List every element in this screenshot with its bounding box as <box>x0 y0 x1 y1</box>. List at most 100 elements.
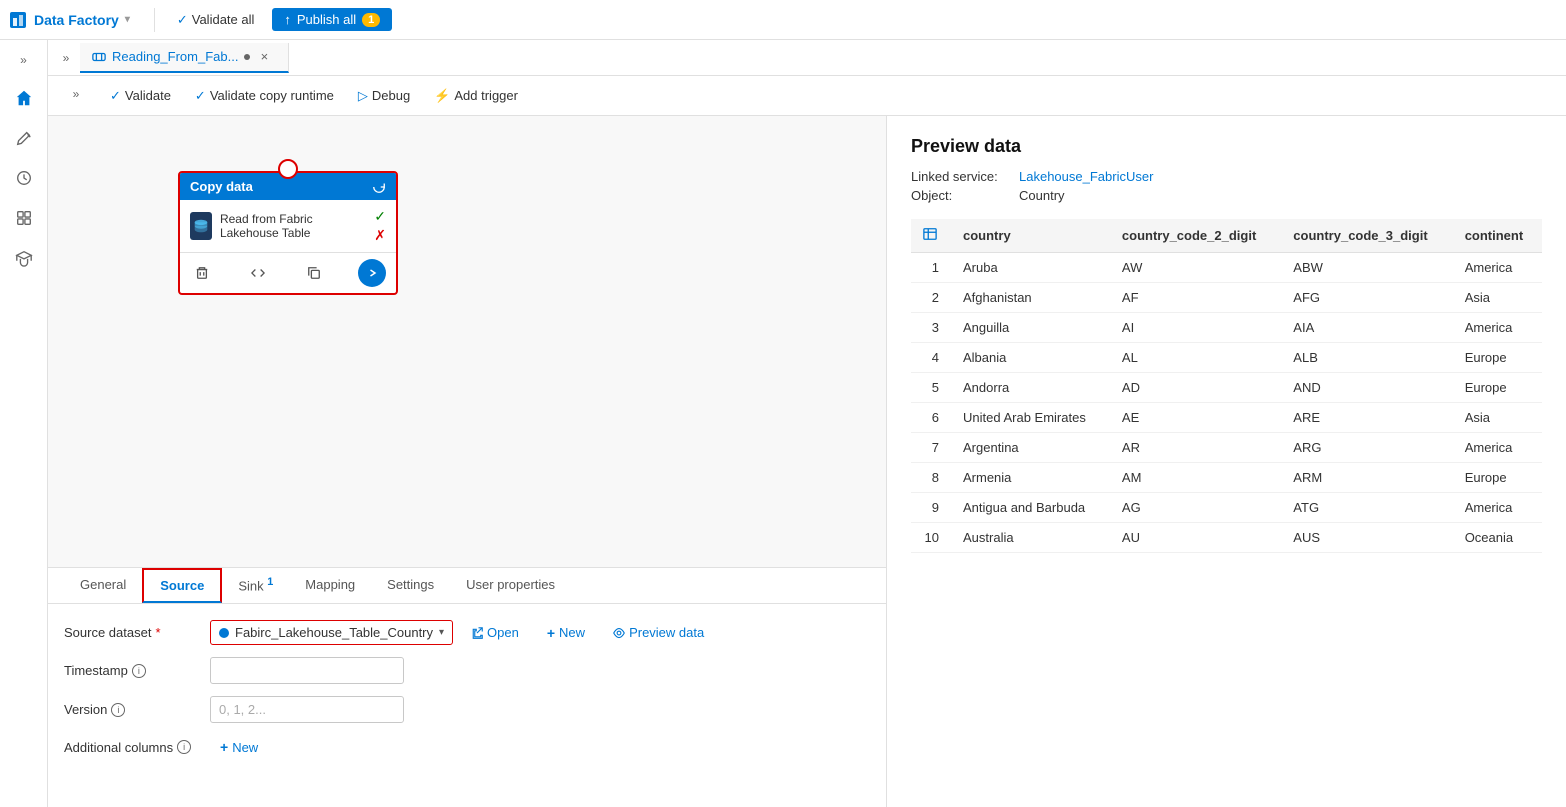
sidebar-learn[interactable] <box>6 240 42 276</box>
tab-mapping[interactable]: Mapping <box>289 569 371 602</box>
tab-general[interactable]: General <box>64 569 142 602</box>
cell-country: Andorra <box>951 373 1110 403</box>
divider-1 <box>154 8 155 32</box>
preview-meta: Linked service: Lakehouse_FabricUser Obj… <box>911 169 1542 203</box>
cell-continent: America <box>1453 493 1542 523</box>
card-copy-button[interactable] <box>302 261 326 285</box>
cell-code-2: AL <box>1110 343 1281 373</box>
preview-data-button[interactable]: Preview data <box>603 621 714 644</box>
cell-code-3: AND <box>1281 373 1452 403</box>
version-info-icon[interactable]: i <box>111 703 125 717</box>
additional-columns-control: + New <box>210 735 870 759</box>
validate-check-icon: ✓ <box>110 88 121 104</box>
table-row: 8ArmeniaAMARMEurope <box>911 463 1542 493</box>
preview-label: Preview data <box>629 625 704 640</box>
additional-columns-label-text: Additional columns <box>64 740 173 755</box>
cell-code-3: ABW <box>1281 253 1452 283</box>
topbar: Data Factory ▾ ✓ Validate all ↑ Publish … <box>0 0 1566 40</box>
additional-columns-new-button[interactable]: + New <box>210 735 268 759</box>
timestamp-info-icon[interactable]: i <box>132 664 146 678</box>
canvas[interactable]: Copy data <box>48 116 886 567</box>
pipeline-tab-icon <box>92 50 106 64</box>
open-label: Open <box>487 625 519 640</box>
tab-close-button[interactable]: × <box>256 49 272 65</box>
user-properties-tab-label: User properties <box>466 577 555 592</box>
add-trigger-label: Add trigger <box>454 88 518 103</box>
bottom-panel: General Source Sink 1 Mapping <box>48 567 886 807</box>
timestamp-input[interactable] <box>210 657 404 684</box>
tab-sink[interactable]: Sink 1 <box>222 568 289 603</box>
left-work-area: Copy data <box>48 116 886 807</box>
pipeline-tab[interactable]: Reading_From_Fab... × <box>80 43 289 73</box>
cell-code-2: AM <box>1110 463 1281 493</box>
tab-modified-dot <box>244 54 250 60</box>
card-code-button[interactable] <box>246 261 270 285</box>
linked-service-label: Linked service: <box>911 169 1011 184</box>
cell-continent: America <box>1453 433 1542 463</box>
cell-row-num: 4 <box>911 343 951 373</box>
preview-table: country country_code_2_digit country_cod… <box>911 219 1542 553</box>
cell-code-3: ARG <box>1281 433 1452 463</box>
additional-columns-info-icon[interactable]: i <box>177 740 191 754</box>
preview-panel: Preview data Linked service: Lakehouse_F… <box>886 116 1566 807</box>
sidebar-manage[interactable] <box>6 200 42 236</box>
cell-country: Anguilla <box>951 313 1110 343</box>
sink-tab-label: Sink <box>238 578 263 593</box>
debug-button[interactable]: ▷ Debug <box>348 84 420 108</box>
version-form-row: Version i <box>64 696 870 723</box>
card-next-button[interactable] <box>358 259 386 287</box>
cell-code-2: AW <box>1110 253 1281 283</box>
dataset-chevron-icon: ▾ <box>439 627 444 638</box>
copy-icon <box>307 266 321 280</box>
version-input[interactable] <box>210 696 404 723</box>
publish-all-button[interactable]: ↑ Publish all 1 <box>272 8 392 31</box>
cell-country: Aruba <box>951 253 1110 283</box>
cell-code-3: ARE <box>1281 403 1452 433</box>
card-delete-button[interactable] <box>190 261 214 285</box>
open-icon <box>471 627 483 639</box>
plus-icon-2: + <box>220 739 228 755</box>
dataset-form-control: Fabirc_Lakehouse_Table_Country ▾ Open + <box>210 620 870 645</box>
table-row: 3AnguillaAIAIAAmerica <box>911 313 1542 343</box>
card-body: Read from Fabric Lakehouse Table ✓ ✗ <box>180 200 396 252</box>
tab-source[interactable]: Source <box>142 568 222 603</box>
new-dataset-button[interactable]: + New <box>537 621 595 645</box>
cell-row-num: 8 <box>911 463 951 493</box>
cell-row-num: 7 <box>911 433 951 463</box>
settings-tab-label: Settings <box>387 577 434 592</box>
dataset-select-value: Fabirc_Lakehouse_Table_Country <box>235 625 433 640</box>
source-tab-label: Source <box>160 578 204 593</box>
copy-data-card[interactable]: Copy data <box>178 171 398 295</box>
sidebar-home[interactable] <box>6 80 42 116</box>
cell-code-2: AD <box>1110 373 1281 403</box>
tab-user-properties[interactable]: User properties <box>450 569 571 602</box>
tab-settings[interactable]: Settings <box>371 569 450 602</box>
toolbar-expand[interactable]: » <box>64 82 88 106</box>
card-actions <box>180 252 396 293</box>
linked-service-value: Lakehouse_FabricUser <box>1019 169 1153 184</box>
additional-columns-row: Additional columns i + New <box>64 735 870 759</box>
cell-continent: America <box>1453 253 1542 283</box>
open-dataset-button[interactable]: Open <box>461 621 529 644</box>
cell-code-2: AU <box>1110 523 1281 553</box>
validate-all-button[interactable]: ✓ Validate all <box>167 8 265 32</box>
th-country-code-2: country_code_2_digit <box>1110 219 1281 253</box>
cell-code-3: AFG <box>1281 283 1452 313</box>
cell-code-2: AG <box>1110 493 1281 523</box>
card-connector-top <box>278 159 298 179</box>
sidebar-expand-button[interactable]: » <box>12 48 36 72</box>
add-trigger-button[interactable]: ⚡ Add trigger <box>424 84 528 108</box>
object-row: Object: Country <box>911 188 1542 203</box>
tab-expand-button[interactable]: » <box>56 48 76 68</box>
validate-copy-runtime-button[interactable]: ✓ Validate copy runtime <box>185 84 344 108</box>
plus-icon: + <box>547 625 555 641</box>
sidebar-monitor[interactable] <box>6 160 42 196</box>
cell-code-3: ALB <box>1281 343 1452 373</box>
publish-icon: ↑ <box>284 12 291 27</box>
dataset-select[interactable]: Fabirc_Lakehouse_Table_Country ▾ <box>210 620 453 645</box>
sidebar-edit[interactable] <box>6 120 42 156</box>
check-icon: ✓ <box>177 12 188 28</box>
additional-columns-label: Additional columns i <box>64 740 194 755</box>
debug-label: Debug <box>372 88 410 103</box>
validate-button[interactable]: ✓ Validate <box>100 84 181 108</box>
